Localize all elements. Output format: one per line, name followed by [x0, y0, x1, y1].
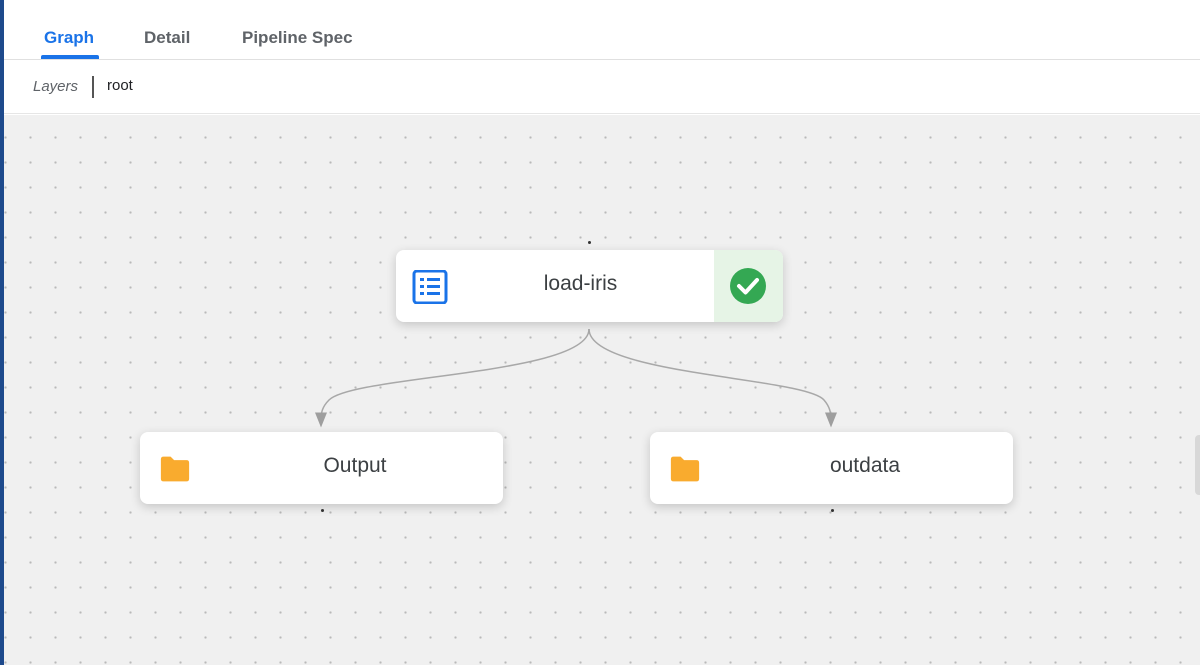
tab-detail[interactable]: Detail: [144, 28, 190, 48]
layers-label: Layers: [33, 78, 79, 95]
tab-bar: Graph Detail Pipeline Spec: [4, 0, 1200, 60]
node-outdata[interactable]: outdata: [650, 432, 1013, 504]
list-document-icon: [412, 270, 448, 304]
node-label: Output: [323, 454, 387, 477]
breadcrumb-root[interactable]: root: [107, 77, 133, 94]
tab-graph[interactable]: Graph: [44, 28, 94, 48]
node-load-iris[interactable]: load-iris: [396, 250, 783, 322]
active-tab-indicator: [41, 55, 99, 59]
edge-load-iris-to-output: [315, 328, 590, 428]
folder-icon: [670, 456, 700, 482]
layers-breadcrumb: Layers root: [4, 60, 1200, 114]
tab-pipeline-spec[interactable]: Pipeline Spec: [242, 28, 353, 48]
node-output-handle: [831, 509, 834, 512]
status-indicator: [714, 250, 783, 322]
side-panel-handle[interactable]: [1195, 435, 1200, 495]
graph-canvas[interactable]: load-iris Output outdata: [4, 115, 1200, 665]
check-circle-icon: [730, 268, 766, 304]
edge-load-iris-to-outdata: [588, 328, 837, 428]
node-output[interactable]: Output: [140, 432, 503, 504]
folder-icon: [160, 456, 190, 482]
node-label: load-iris: [543, 272, 618, 295]
node-label: outdata: [829, 454, 901, 477]
graph-edges: [315, 328, 837, 428]
breadcrumb-divider: [92, 76, 94, 98]
node-input-handle: [588, 241, 591, 244]
node-output-handle: [321, 509, 324, 512]
